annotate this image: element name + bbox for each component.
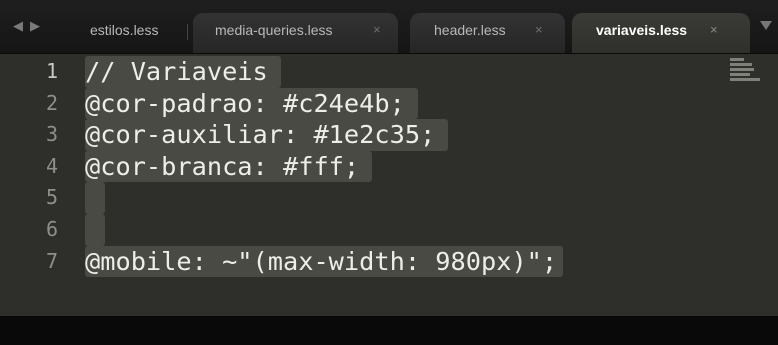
code-line-text: @cor-auxiliar: #1e2c35;: [85, 119, 449, 151]
code-line[interactable]: // Variaveis: [85, 56, 281, 88]
tab-separator: [187, 24, 188, 40]
code-line-text: @cor-branca: #fff;: [85, 150, 373, 183]
minimap-row: [730, 68, 754, 71]
minimap-row: [730, 73, 750, 76]
line-number: 5: [45, 185, 58, 210]
close-icon[interactable]: ×: [373, 22, 381, 37]
code-line-text: // Variaveis: [85, 56, 281, 88]
code-line[interactable]: @cor-branca: #fff;: [85, 150, 373, 183]
line-number: 7: [45, 248, 58, 273]
code-line[interactable]: @cor-padrao: #c24e4b;: [85, 87, 418, 120]
line-number: 4: [45, 153, 58, 178]
code-line[interactable]: [85, 182, 105, 214]
line-number: 6: [45, 217, 58, 241]
tab-label: estilos.less: [90, 22, 159, 38]
tab-label: variaveis.less: [596, 22, 688, 38]
minimap-row: [730, 58, 744, 61]
tab-header-less[interactable]: header.less ×: [410, 13, 565, 53]
code-line-text: [85, 182, 105, 214]
close-icon[interactable]: ×: [535, 22, 543, 37]
triangle-down-icon[interactable]: [760, 21, 772, 30]
tab-bar: ◀ ▶ estilos.less media-queries.less × he…: [0, 0, 778, 54]
code-line[interactable]: @cor-auxiliar: #1e2c35;: [85, 119, 449, 151]
tab-media-queries-less[interactable]: media-queries.less ×: [193, 13, 398, 53]
chevron-right-icon[interactable]: ▶: [30, 19, 40, 33]
code-line-text: @mobile: ~"(max-width: 980px)";: [85, 245, 564, 278]
line-number: 2: [45, 90, 58, 115]
minimap-row: [730, 78, 760, 81]
line-number: 3: [45, 122, 58, 147]
tab-label: header.less: [434, 22, 506, 38]
code-line-text: @cor-padrao: #c24e4b;: [85, 87, 418, 120]
tab-label: media-queries.less: [215, 22, 333, 38]
minimap-row: [730, 63, 752, 66]
tab-estilos-less[interactable]: estilos.less: [72, 13, 202, 53]
code-editor[interactable]: 1 2 3 4 5 6 7 // Variaveis @cor-padrao: …: [0, 54, 778, 316]
line-number: 1: [45, 59, 58, 83]
code-line[interactable]: @mobile: ~"(max-width: 980px)";: [85, 245, 564, 278]
chevron-left-icon[interactable]: ◀: [13, 19, 23, 33]
editor-bottom-area: [0, 316, 778, 345]
minimap[interactable]: [730, 58, 760, 84]
code-line[interactable]: [85, 214, 105, 246]
close-icon[interactable]: ×: [710, 22, 718, 37]
tab-variaveis-less[interactable]: variaveis.less ×: [572, 13, 750, 53]
line-number-gutter: 1 2 3 4 5 6 7: [0, 54, 72, 316]
code-line-text: [85, 214, 105, 246]
